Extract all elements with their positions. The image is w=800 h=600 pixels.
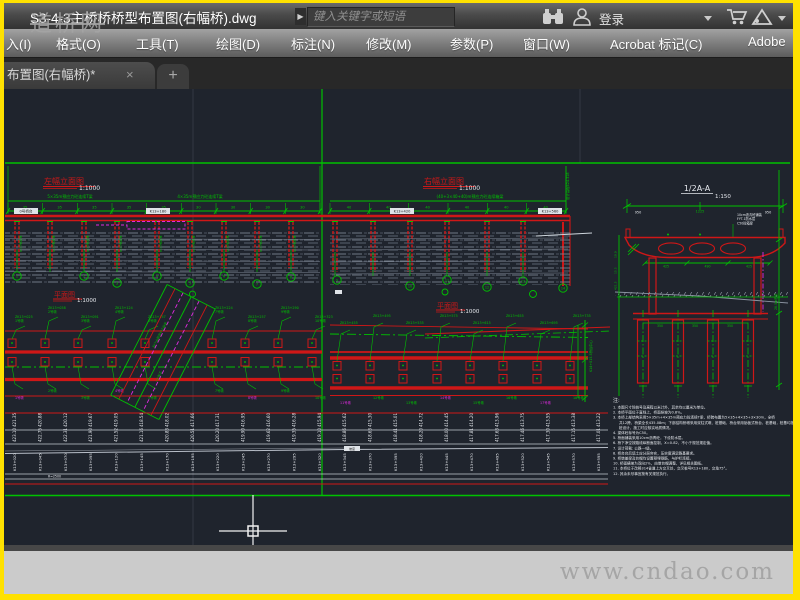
frame-border-right xyxy=(793,0,800,600)
menu-adobe[interactable]: Adobe xyxy=(748,34,786,49)
menu-parametric[interactable]: 参数(P) xyxy=(450,34,493,53)
new-tab-button[interactable]: + xyxy=(157,64,189,89)
frame-border-top xyxy=(0,0,800,3)
frame-border-bottom xyxy=(0,594,800,600)
menu-insert[interactable]: 入(I) xyxy=(6,34,31,53)
tab-close-icon[interactable]: × xyxy=(126,62,134,88)
menu-tools[interactable]: 工具(T) xyxy=(136,34,179,53)
search-input[interactable]: 键入关键字或短语 xyxy=(307,7,455,27)
drawing-canvas[interactable] xyxy=(4,88,793,545)
menu-browser-arrow[interactable]: ▶ xyxy=(295,8,306,25)
cart-icon[interactable] xyxy=(726,8,748,26)
menu-modify[interactable]: 修改(M) xyxy=(366,34,412,53)
login-button[interactable]: 登录 xyxy=(599,9,624,28)
a360-dropdown-icon[interactable] xyxy=(778,16,786,21)
bottom-band: www.cndao.com xyxy=(4,551,793,594)
user-icon[interactable] xyxy=(572,8,592,26)
watermark-url: www.cndao.com xyxy=(559,559,775,585)
search-binoculars-icon[interactable] xyxy=(542,8,564,25)
menu-window[interactable]: 窗口(W) xyxy=(523,34,570,53)
watermark-logo: 道桥网 xyxy=(30,11,106,36)
menu-acrobat[interactable]: Acrobat 标记(C) xyxy=(610,34,702,53)
menu-draw[interactable]: 绘图(D) xyxy=(216,34,260,53)
a360-icon[interactable] xyxy=(751,8,773,26)
login-dropdown-icon[interactable] xyxy=(704,16,712,21)
file-tab-bar: 布置图(右幅桥)* × + xyxy=(4,57,793,89)
menu-dimension[interactable]: 标注(N) xyxy=(291,34,335,53)
menu-bar: 入(I) 格式(O) 工具(T) 绘图(D) 标注(N) 修改(M) 参数(P)… xyxy=(4,29,793,58)
frame-border-left xyxy=(0,0,4,600)
app-window: 左幅立面图 1:1000 35 35 35 35 35 30 30 30 30 5×35m预应力砼连续… xyxy=(0,0,800,600)
title-bar: S3-4-3主桥桥桥型布置图(右幅桥).dwg ▶ 键入关键字或短语 登录 xyxy=(4,3,793,29)
